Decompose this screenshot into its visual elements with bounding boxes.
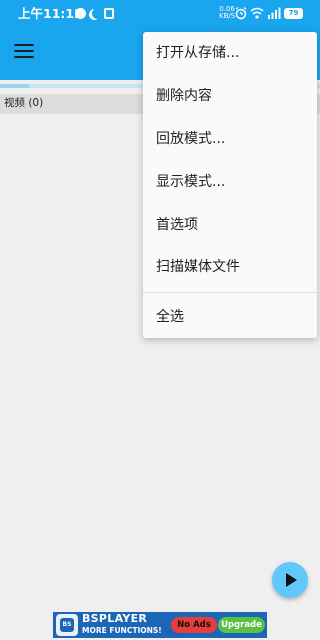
menu-item-label: 删除内容 xyxy=(156,88,212,104)
no-ads-button[interactable]: No Ads xyxy=(171,617,217,633)
progress-fill xyxy=(0,84,29,88)
battery-icon: 79 xyxy=(284,8,303,19)
menu-item-preferences[interactable]: 首选项 xyxy=(143,204,317,246)
section-label-videos: 视频 (0) xyxy=(4,97,44,109)
network-speed: 0.06 KB/S xyxy=(219,6,235,20)
menu-item-select-all[interactable]: 全选 xyxy=(143,295,317,337)
notification-dot-icon xyxy=(75,8,86,19)
menu-item-label: 扫描媒体文件 xyxy=(156,259,240,275)
menu-item-label: 显示模式... xyxy=(156,174,226,190)
play-fab-button[interactable] xyxy=(272,562,308,598)
menu-divider xyxy=(143,292,317,293)
moon-icon xyxy=(92,8,103,19)
upgrade-button[interactable]: Upgrade xyxy=(218,617,265,633)
menu-item-playback-mode[interactable]: 回放模式... xyxy=(143,118,317,160)
ad-tagline: MORE FUNCTIONS! xyxy=(82,626,162,635)
menu-item-label: 打开从存储... xyxy=(156,45,240,61)
status-bar: 上午11:12 0.06 KB/S 79 xyxy=(0,0,320,28)
alarm-icon xyxy=(235,7,247,20)
ad-banner[interactable]: BS BSPLAYER MORE FUNCTIONS! No Ads Upgra… xyxy=(53,612,267,638)
wifi-icon xyxy=(250,7,264,19)
menu-item-label: 回放模式... xyxy=(156,131,226,147)
menu-item-display-mode[interactable]: 显示模式... xyxy=(143,161,317,203)
network-speed-unit: KB/S xyxy=(219,12,236,20)
notification-square-icon xyxy=(104,8,114,19)
play-icon xyxy=(286,573,297,587)
menu-item-scan-media[interactable]: 扫描媒体文件 xyxy=(143,246,317,288)
menu-item-label: 首选项 xyxy=(156,217,198,233)
bsplayer-logo-text: BS xyxy=(60,618,74,632)
menu-item-delete-content[interactable]: 删除内容 xyxy=(143,75,317,117)
overflow-menu: 打开从存储... 删除内容 回放模式... 显示模式... 首选项 扫描媒体文件… xyxy=(143,32,317,338)
bsplayer-logo-icon: BS xyxy=(56,614,78,636)
status-time: 上午11:12 xyxy=(18,6,83,21)
menu-item-open-from-storage[interactable]: 打开从存储... xyxy=(143,32,317,74)
signal-icon xyxy=(268,7,281,19)
hamburger-icon[interactable] xyxy=(14,44,34,60)
ad-brand: BSPLAYER xyxy=(82,612,148,625)
menu-item-label: 全选 xyxy=(156,309,184,325)
